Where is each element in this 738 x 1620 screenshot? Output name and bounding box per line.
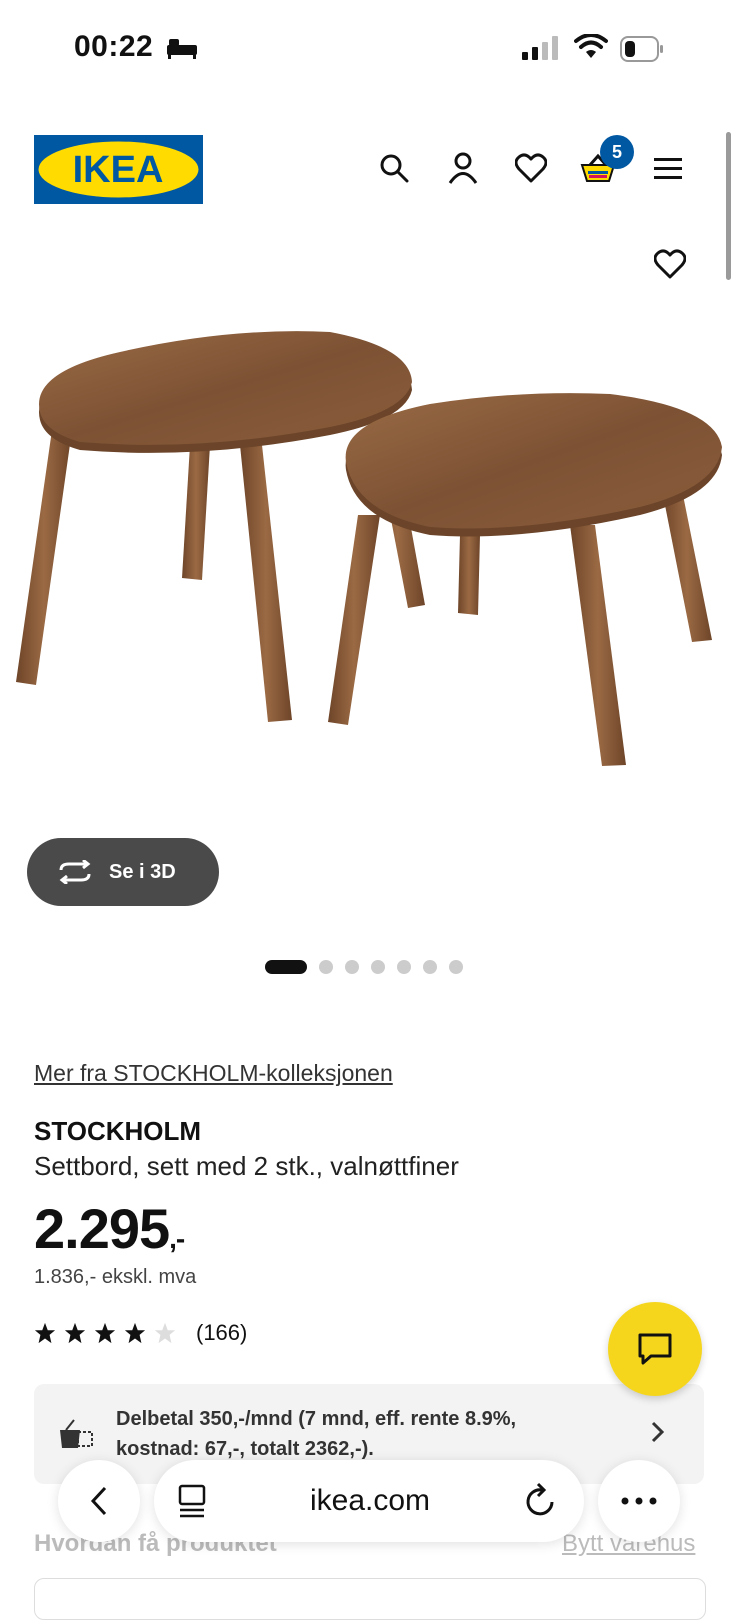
cart-count-badge: 5	[600, 135, 634, 169]
star-icon	[64, 1322, 86, 1344]
hamburger-menu-icon	[654, 158, 682, 179]
carousel-dot[interactable]	[371, 960, 385, 974]
battery-icon	[620, 36, 663, 62]
price-value: 2.295	[34, 1197, 170, 1260]
url-text[interactable]: ikea.com	[260, 1484, 480, 1518]
chat-bubble-icon	[638, 1333, 672, 1365]
add-to-favourites-button[interactable]	[650, 244, 690, 284]
wishlist-button[interactable]	[511, 148, 551, 188]
tab-overview-icon[interactable]	[178, 1484, 206, 1518]
price-excluding-vat: 1.836,- ekskl. mva	[34, 1266, 197, 1288]
heart-icon	[654, 249, 686, 279]
logo-text: IKEA	[73, 149, 164, 191]
ikea-logo[interactable]: IKEA	[34, 135, 203, 204]
carousel-dot[interactable]	[345, 960, 359, 974]
view-in-3d-button[interactable]: Se i 3D	[27, 838, 219, 906]
product-image[interactable]	[0, 320, 738, 820]
rotate-3d-icon	[59, 860, 91, 884]
more-dots-icon	[621, 1497, 657, 1505]
star-icon	[34, 1322, 56, 1344]
payment-installment-icon	[60, 1419, 93, 1448]
account-icon	[448, 152, 478, 184]
cellular-signal-icon	[522, 36, 558, 60]
browser-more-button[interactable]	[598, 1460, 680, 1542]
star-icon	[154, 1322, 176, 1344]
chevron-left-icon	[90, 1486, 107, 1516]
product-description: Settbord, sett med 2 stk., valnøttfiner	[34, 1151, 459, 1181]
chat-button[interactable]	[608, 1302, 702, 1396]
installment-offer-text: Delbetal 350,-/mnd (7 mnd, eff. rente 8.…	[116, 1408, 517, 1460]
carousel-dot[interactable]	[319, 960, 333, 974]
carousel-dot[interactable]	[449, 960, 463, 974]
collection-link[interactable]: Mer fra STOCKHOLM-kolleksjonen	[34, 1060, 393, 1087]
product-name: STOCKHOLM	[34, 1116, 202, 1146]
delivery-option-card[interactable]	[34, 1578, 706, 1620]
carousel-dot[interactable]	[397, 960, 411, 974]
image-carousel-indicator[interactable]	[265, 960, 463, 974]
view-in-3d-label: Se i 3D	[109, 860, 176, 883]
sleep-focus-icon	[167, 39, 197, 59]
carousel-dot[interactable]	[265, 960, 307, 974]
star-icon	[94, 1322, 116, 1344]
status-time: 00:22	[74, 30, 154, 63]
product-rating[interactable]: (166)	[34, 1320, 247, 1346]
reload-icon[interactable]	[524, 1482, 558, 1518]
heart-icon	[515, 153, 547, 183]
account-button[interactable]	[443, 148, 483, 188]
star-icon	[124, 1322, 146, 1344]
product-price: 2.295,-	[34, 1196, 185, 1261]
wifi-icon	[574, 34, 608, 58]
search-icon	[380, 154, 409, 183]
carousel-dot[interactable]	[423, 960, 437, 974]
search-button[interactable]	[374, 148, 414, 188]
chevron-right-icon	[651, 1421, 665, 1443]
menu-button[interactable]	[648, 148, 688, 188]
scrollbar[interactable]	[726, 132, 731, 280]
rating-stars	[34, 1322, 176, 1344]
browser-back-button[interactable]	[58, 1460, 140, 1542]
review-count: (166)	[196, 1320, 248, 1345]
price-suffix: ,-	[169, 1223, 185, 1254]
